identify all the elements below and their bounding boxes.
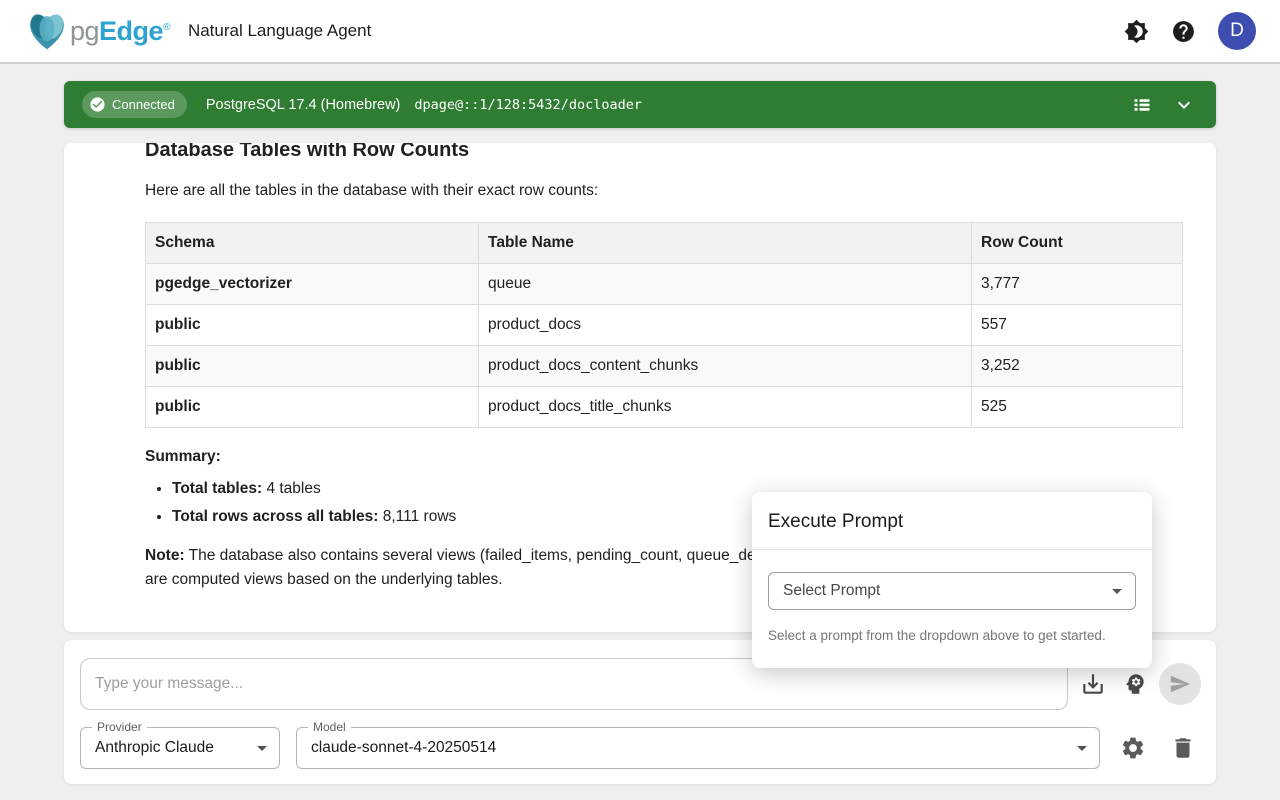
send-button[interactable] bbox=[1159, 663, 1201, 705]
table-name-cell: product_docs bbox=[479, 305, 972, 346]
chevron-down-icon bbox=[1172, 93, 1196, 117]
message-intro: Here are all the tables in the database … bbox=[145, 180, 1183, 202]
schema-cell: public bbox=[146, 305, 479, 346]
help-icon bbox=[1171, 19, 1196, 44]
table-name-cell: product_docs_content_chunks bbox=[479, 346, 972, 387]
table-row: public product_docs_title_chunks 525 bbox=[146, 387, 1183, 428]
gear-icon bbox=[1120, 735, 1146, 761]
clear-button[interactable] bbox=[1170, 735, 1196, 761]
provider-value: Anthropic Claude bbox=[95, 739, 214, 757]
col-table-name: Table Name bbox=[479, 223, 972, 264]
psychology-icon bbox=[1122, 671, 1148, 697]
row-count-cell: 3,252 bbox=[972, 346, 1183, 387]
download-button[interactable] bbox=[1080, 671, 1106, 697]
help-button[interactable] bbox=[1171, 19, 1196, 44]
list-icon bbox=[1130, 93, 1154, 117]
provider-label: Provider bbox=[92, 720, 147, 734]
trash-icon bbox=[1170, 735, 1196, 761]
pgedge-logo: pgEdge® bbox=[24, 8, 170, 54]
check-circle-icon bbox=[89, 96, 106, 113]
table-row: public product_docs_content_chunks 3,252 bbox=[146, 346, 1183, 387]
model-value: claude-sonnet-4-20250514 bbox=[311, 739, 496, 757]
prompt-helper-text: Select a prompt from the dropdown above … bbox=[768, 628, 1136, 643]
table-row: pgedge_vectorizer queue 3,777 bbox=[146, 264, 1183, 305]
connection-bar[interactable]: Connected PostgreSQL 17.4 (Homebrew) dpa… bbox=[64, 81, 1216, 128]
send-icon bbox=[1169, 673, 1191, 695]
table-name-cell: queue bbox=[479, 264, 972, 305]
connection-string: dpage@::1/128:5432/docloader bbox=[414, 97, 642, 113]
dropdown-arrow-icon bbox=[1077, 746, 1087, 751]
download-icon bbox=[1080, 671, 1106, 697]
row-count-cell: 3,777 bbox=[972, 264, 1183, 305]
settings-button[interactable] bbox=[1120, 735, 1146, 761]
connection-bar-actions bbox=[1130, 93, 1196, 117]
theme-toggle-button[interactable] bbox=[1124, 19, 1149, 44]
app-title: Natural Language Agent bbox=[188, 21, 371, 41]
user-avatar[interactable]: D bbox=[1218, 12, 1256, 50]
connection-details-button[interactable] bbox=[1130, 93, 1154, 117]
execute-prompt-title: Execute Prompt bbox=[752, 492, 1152, 536]
server-version-label: PostgreSQL 17.4 (Homebrew) bbox=[206, 97, 401, 113]
schema-cell: public bbox=[146, 346, 479, 387]
header-actions: D bbox=[1124, 12, 1256, 50]
table-header-row: Schema Table Name Row Count bbox=[146, 223, 1183, 264]
table-name-cell: product_docs_title_chunks bbox=[479, 387, 972, 428]
app-header: pgEdge® Natural Language Agent D bbox=[0, 0, 1280, 64]
pgedge-logo-text: pgEdge® bbox=[70, 18, 170, 45]
divider bbox=[752, 549, 1152, 550]
row-count-cell: 525 bbox=[972, 387, 1183, 428]
schema-cell: pgedge_vectorizer bbox=[146, 264, 479, 305]
dropdown-arrow-icon bbox=[257, 746, 267, 751]
results-table: Schema Table Name Row Count pgedge_vecto… bbox=[145, 222, 1183, 428]
connected-badge-label: Connected bbox=[112, 97, 175, 112]
prompt-select-value: Select Prompt bbox=[783, 582, 880, 600]
app-root: pgEdge® Natural Language Agent D Connect… bbox=[0, 0, 1280, 800]
summary-heading: Summary: bbox=[145, 448, 1183, 466]
provider-select[interactable]: Provider Anthropic Claude bbox=[80, 727, 280, 769]
dropdown-arrow-icon bbox=[1112, 589, 1122, 594]
model-label: Model bbox=[308, 720, 351, 734]
model-select[interactable]: Model claude-sonnet-4-20250514 bbox=[296, 727, 1100, 769]
col-schema: Schema bbox=[146, 223, 479, 264]
table-row: public product_docs 557 bbox=[146, 305, 1183, 346]
col-row-count: Row Count bbox=[972, 223, 1183, 264]
collapse-button[interactable] bbox=[1172, 93, 1196, 117]
prompt-select[interactable]: Select Prompt bbox=[768, 572, 1136, 610]
pgedge-logo-mark bbox=[24, 8, 70, 54]
message-heading: Database Tables with Row Counts bbox=[145, 143, 1183, 163]
connected-badge: Connected bbox=[82, 91, 187, 118]
brightness-icon bbox=[1124, 19, 1149, 44]
reasoning-button[interactable] bbox=[1122, 671, 1148, 697]
schema-cell: public bbox=[146, 387, 479, 428]
row-count-cell: 557 bbox=[972, 305, 1183, 346]
execute-prompt-panel: Execute Prompt Select Prompt Select a pr… bbox=[752, 492, 1152, 668]
